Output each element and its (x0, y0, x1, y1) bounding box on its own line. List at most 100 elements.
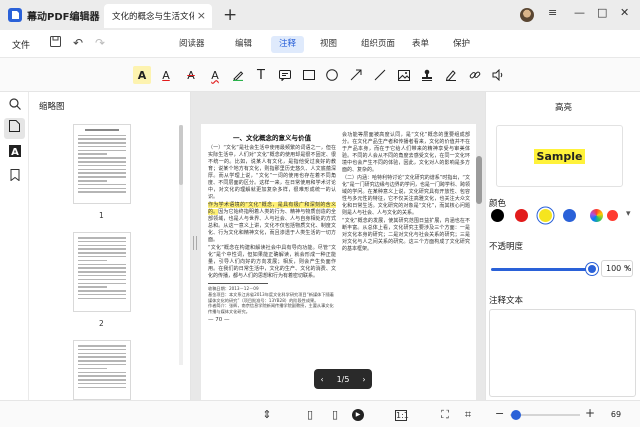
save-icon[interactable] (50, 36, 61, 50)
single-page-icon[interactable]: ▯ (303, 408, 317, 421)
paragraph: 会功能等层面被高度认同，是“文化”概念的重要组成部分。在文化产品生产者和传播者看… (342, 132, 470, 173)
undo-icon[interactable]: ↶ (73, 36, 83, 50)
color-swatch-blue[interactable] (563, 209, 576, 222)
pdf-page: 一、文化概念的意义与价值 （一）“文化”是社会生活中使用最频繁的词语之一，但在实… (201, 124, 476, 400)
pencil-icon[interactable] (229, 66, 247, 84)
link-icon[interactable] (466, 66, 484, 84)
thumbnail-scrollbar[interactable] (179, 125, 183, 365)
stamp-icon[interactable] (418, 66, 436, 84)
color-swatch-red[interactable] (515, 209, 528, 222)
menu-protect[interactable]: 保护 (445, 36, 478, 53)
fit-page-icon[interactable]: ⛶ (438, 408, 452, 422)
close-window-icon[interactable]: ✕ (620, 6, 629, 19)
menu-icon[interactable]: ≡ (548, 6, 557, 19)
document-tab[interactable]: 文化的概念与生活文化... × (104, 4, 212, 28)
thumbnail-text-line (78, 153, 107, 155)
thumbnail-text-line (78, 290, 126, 292)
close-tab-icon[interactable]: × (197, 9, 206, 22)
previous-page-icon[interactable]: ‹ (320, 375, 323, 384)
fit-height-icon[interactable]: ⇕ (260, 408, 274, 421)
menu-reader[interactable]: 阅读器 (171, 36, 213, 53)
chevron-down-icon[interactable]: ▾ (626, 209, 631, 219)
left-resize-handle[interactable] (193, 236, 197, 250)
minimize-icon[interactable]: — (574, 6, 585, 19)
thumbnail-text-line (78, 161, 126, 163)
opacity-slider-handle[interactable] (586, 263, 598, 275)
document-tab-label: 文化的概念与生活文化... (112, 12, 194, 22)
page-thumbnail-3[interactable] (73, 340, 131, 400)
signature-icon[interactable] (442, 66, 460, 84)
page-thumbnail-2[interactable] (73, 232, 131, 312)
thumbnail-text-line (78, 274, 126, 277)
thumbnail-text-line (78, 386, 126, 389)
redo-icon[interactable]: ↷ (95, 36, 105, 50)
squiggly-icon[interactable]: A (206, 66, 224, 84)
image-icon[interactable] (395, 66, 413, 84)
play-slideshow-icon[interactable]: ▶ (352, 409, 364, 421)
thumbnails-icon[interactable] (4, 118, 25, 139)
maximize-icon[interactable]: □ (597, 6, 607, 19)
search-icon[interactable] (8, 98, 21, 111)
text-icon[interactable]: T (252, 66, 270, 84)
thumbnail-text-line (85, 129, 119, 131)
menu-edit[interactable]: 编辑 (227, 36, 260, 53)
actual-size-icon[interactable]: 1:1 (395, 410, 409, 421)
color-swatch-recent-red[interactable] (607, 210, 618, 221)
new-tab-icon[interactable]: + (223, 5, 237, 25)
document-scroll-thumb[interactable] (476, 156, 482, 204)
menu-annotate[interactable]: 注释 (271, 36, 305, 53)
menu-organize-pages[interactable]: 组织页面 (353, 36, 403, 53)
thumbnail-text-line (78, 278, 126, 281)
crop-icon[interactable]: ⌗ (461, 408, 475, 422)
paragraph: （二）内涵：哈特利特讨论“文化研究的谱系”时指出，“文化”是一门研究边缘与边界的… (342, 175, 470, 216)
thumbnail-text-line (78, 244, 126, 247)
file-menu[interactable]: 文件 (12, 38, 30, 51)
footnote-author: 作者简介：张辉，南京信息学院新闻传播学院副教授，主要从事文化传播与媒体文化研究。 (208, 303, 334, 315)
menu-forms[interactable]: 表单 (404, 36, 437, 53)
thumbnail-text-line (78, 134, 126, 136)
avatar[interactable] (520, 8, 534, 22)
left-icon-bar: A (0, 92, 29, 400)
rectangle-icon[interactable] (300, 66, 318, 84)
arrow-icon[interactable] (347, 66, 365, 84)
thumbnail-text-line (78, 379, 126, 381)
thumbnail-text-line (78, 263, 126, 266)
chevron-down-icon: ▾ (625, 264, 629, 272)
thumbnail-text-line (78, 252, 126, 254)
thumbnail-text-line (78, 168, 126, 171)
zoom-out-icon[interactable]: − (495, 407, 504, 420)
page-indicator[interactable]: 1/5 (337, 375, 350, 384)
note-text-area[interactable] (489, 309, 636, 397)
color-swatch-black[interactable] (491, 209, 504, 222)
thumbnail-text-line (78, 180, 107, 182)
highlight-icon[interactable]: A (133, 66, 151, 84)
line-icon[interactable] (371, 66, 389, 84)
text-recognition-icon[interactable]: A (8, 145, 21, 158)
app-logo-icon (8, 8, 22, 22)
bookmark-icon[interactable] (8, 169, 21, 182)
underline-icon[interactable]: A (157, 66, 175, 84)
two-page-icon[interactable]: ▯ (328, 408, 342, 421)
zoom-slider-handle[interactable] (511, 410, 521, 420)
section-heading: 一、文化概念的意义与价值 (233, 134, 311, 142)
document-scrollbar[interactable] (476, 128, 482, 392)
thumbnail-text-line (78, 356, 126, 358)
paragraph: （一）“文化”是社会生活中使用最频繁的词语之一，但在实际生活中，人们对“文化”概… (208, 145, 336, 200)
zoom-value[interactable]: 69 (598, 407, 634, 423)
note-icon[interactable] (276, 66, 294, 84)
color-swatch-yellow[interactable] (539, 209, 552, 222)
thumbnail-text-line (78, 187, 126, 190)
right-text-column: 会功能等层面被高度认同，是“文化”概念的重要组成部分。在文化产品生产者和传播者看… (342, 132, 470, 254)
custom-color-picker-icon[interactable] (590, 209, 603, 222)
circle-icon[interactable] (323, 66, 341, 84)
page-thumbnail-1[interactable] (73, 124, 131, 204)
zoom-in-icon[interactable]: + (585, 406, 595, 420)
note-text-label: 注释文本 (489, 296, 524, 306)
next-page-icon[interactable]: › (362, 375, 365, 384)
strikethrough-icon[interactable]: A (182, 66, 200, 84)
page-navigator: ‹ 1/5 › (314, 369, 372, 389)
audio-icon[interactable] (489, 66, 507, 84)
menu-view[interactable]: 视图 (312, 36, 345, 53)
opacity-slider[interactable] (491, 268, 591, 271)
opacity-select[interactable]: 100 % ▾ (601, 260, 633, 277)
